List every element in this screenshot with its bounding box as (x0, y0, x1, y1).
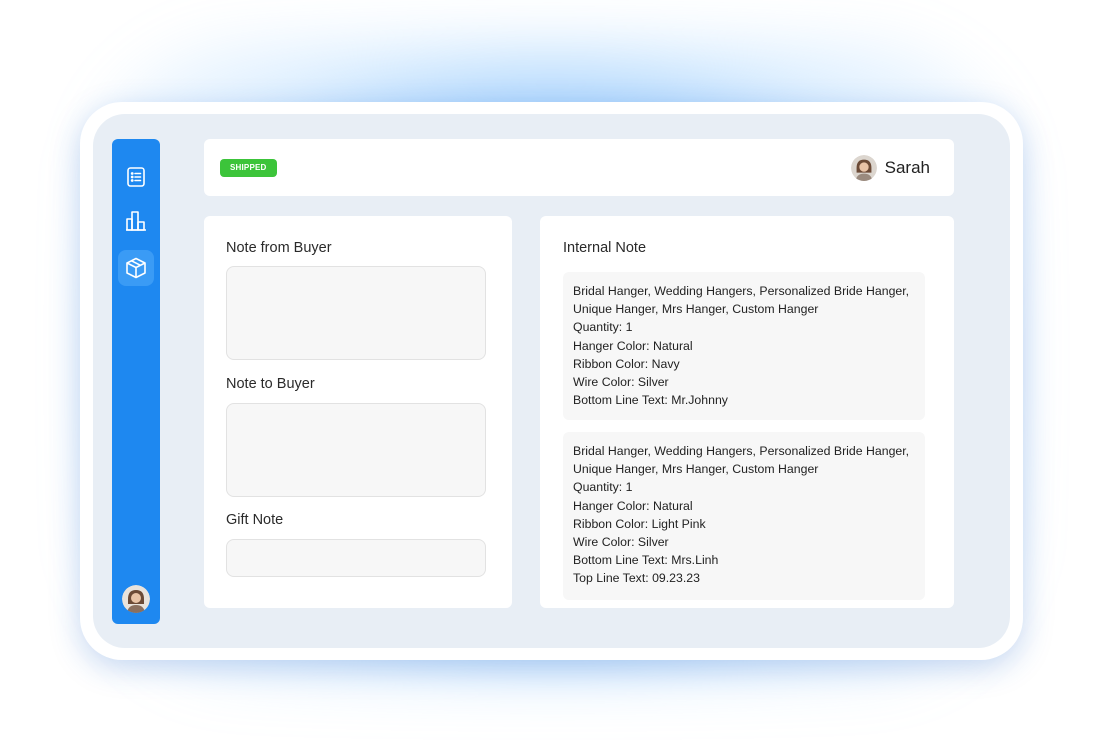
receipt-list-icon (127, 167, 145, 187)
app-content: SHIPPED Sarah Note from Buyer Note to Bu… (93, 114, 1010, 648)
note-line: Bridal Hanger, Wedding Hangers, Personal… (573, 284, 910, 298)
note-line: Unique Hanger, Mrs Hanger, Custom Hanger (573, 302, 819, 317)
note-line: Wire Color: Silver (573, 375, 669, 390)
bar-chart-icon (126, 211, 146, 231)
sidebar (112, 139, 160, 624)
note-to-buyer-label: Note to Buyer (226, 376, 315, 392)
note-line: Bridal Hanger, Wedding Hangers, Personal… (573, 444, 910, 458)
note-from-buyer-label: Note from Buyer (226, 240, 332, 256)
user-name: Sarah (884, 158, 930, 177)
user-menu[interactable]: Sarah (850, 154, 930, 182)
order-header: SHIPPED Sarah (204, 139, 954, 196)
gift-note-label: Gift Note (226, 512, 284, 528)
status-badge: SHIPPED (220, 159, 277, 177)
note-line: Bottom Line Text: Mr.Johnny (573, 393, 728, 408)
note-line: Quantity: 1 (573, 480, 633, 495)
user-avatar-icon (122, 585, 150, 613)
app-window: SHIPPED Sarah Note from Buyer Note to Bu… (80, 102, 1023, 660)
user-avatar-icon (850, 155, 877, 181)
sidebar-item-orders[interactable] (118, 159, 154, 195)
internal-note-entry: Bridal Hanger, Wedding Hangers, Personal… (563, 432, 925, 600)
gift-note-field[interactable] (226, 539, 486, 577)
note-line: Hanger Color: Natural (573, 498, 693, 513)
sidebar-item-products[interactable] (118, 250, 154, 286)
avatar (850, 155, 877, 181)
note-line: Top Line Text: 09.23.23 (573, 571, 700, 586)
note-line: Bottom Line Text: Mrs.Linh (573, 553, 719, 568)
note-line: Hanger Color: Natural (573, 338, 693, 353)
internal-note-entry: Bridal Hanger, Wedding Hangers, Personal… (563, 272, 925, 420)
note-to-buyer-field[interactable] (226, 403, 486, 497)
note-from-buyer-field[interactable] (226, 266, 486, 360)
sidebar-item-analytics[interactable] (118, 203, 154, 239)
internal-note-title: Internal Note (563, 240, 647, 256)
avatar[interactable] (122, 585, 150, 613)
internal-note-card: Internal Note Bridal Hanger, Wedding Han… (540, 216, 954, 608)
note-line: Ribbon Color: Navy (573, 356, 680, 371)
buyer-notes-card: Note from Buyer Note to Buyer Gift Note (204, 216, 512, 608)
note-line: Wire Color: Silver (573, 535, 669, 550)
note-line: Ribbon Color: Light Pink (573, 516, 706, 531)
note-line: Quantity: 1 (573, 320, 633, 335)
note-line: Unique Hanger, Mrs Hanger, Custom Hanger (573, 462, 819, 477)
package-box-icon (126, 257, 146, 279)
